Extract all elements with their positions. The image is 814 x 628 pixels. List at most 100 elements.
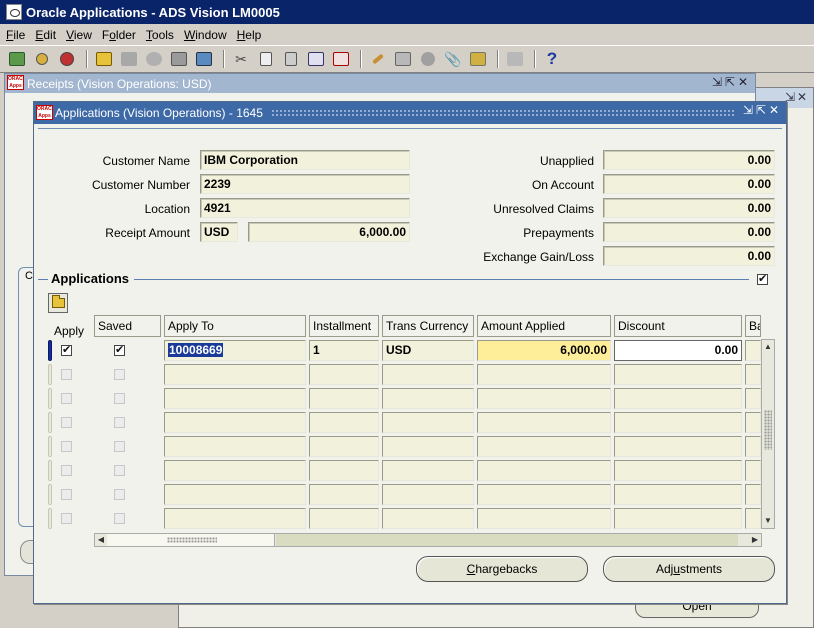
- discount-cell[interactable]: [614, 364, 742, 385]
- location-field[interactable]: 4921: [200, 198, 410, 218]
- paste-icon[interactable]: [280, 48, 302, 70]
- menu-window[interactable]: Window: [178, 28, 231, 42]
- menu-folder[interactable]: Folder: [96, 28, 140, 42]
- menu-view[interactable]: View: [60, 28, 96, 42]
- saved-checkbox[interactable]: [114, 393, 125, 404]
- trans-currency-cell[interactable]: [382, 388, 474, 409]
- on-account-field[interactable]: 0.00: [603, 174, 775, 194]
- installment-cell[interactable]: [309, 508, 379, 529]
- installment-cell[interactable]: [309, 412, 379, 433]
- discount-cell[interactable]: [614, 460, 742, 481]
- col-header-trans-currency[interactable]: Trans Currency: [382, 315, 474, 337]
- scroll-up-arrow-icon[interactable]: ▲: [762, 340, 774, 354]
- discount-cell[interactable]: [614, 508, 742, 529]
- cut-icon[interactable]: ✂: [230, 48, 252, 70]
- col-header-saved[interactable]: Saved: [94, 315, 161, 337]
- amount-applied-cell[interactable]: [477, 412, 611, 433]
- discount-cell[interactable]: [614, 388, 742, 409]
- saved-checkbox[interactable]: [114, 369, 125, 380]
- translations-icon[interactable]: [417, 48, 439, 70]
- discount-cell[interactable]: [614, 436, 742, 457]
- help-icon[interactable]: ?: [541, 48, 563, 70]
- apply-to-cell[interactable]: [164, 460, 306, 481]
- apply-to-cell[interactable]: [164, 436, 306, 457]
- horizontal-scrollbar[interactable]: ◀ ▶: [94, 533, 762, 547]
- balance-cell[interactable]: [745, 388, 761, 409]
- oracle-app-icon[interactable]: [6, 4, 22, 20]
- col-header-balance[interactable]: Ba: [745, 315, 761, 337]
- apply-checkbox[interactable]: [61, 393, 72, 404]
- customer-name-field[interactable]: IBM Corporation: [200, 150, 410, 170]
- unresolved-claims-field[interactable]: 0.00: [603, 198, 775, 218]
- copy-icon[interactable]: [255, 48, 277, 70]
- trans-currency-cell[interactable]: [382, 484, 474, 505]
- apply-checkbox[interactable]: [61, 417, 72, 428]
- menu-file[interactable]: File: [0, 28, 29, 42]
- installment-cell[interactable]: [309, 364, 379, 385]
- saved-checkbox[interactable]: [114, 441, 125, 452]
- trans-currency-cell[interactable]: [382, 412, 474, 433]
- apply-checkbox[interactable]: [61, 369, 72, 380]
- col-header-apply-to[interactable]: Apply To: [164, 315, 306, 337]
- menu-help[interactable]: Help: [231, 28, 266, 42]
- folder-tools-icon[interactable]: [467, 48, 489, 70]
- apply-checkbox[interactable]: [61, 465, 72, 476]
- balance-cell[interactable]: [745, 340, 761, 361]
- exchange-gain-loss-field[interactable]: 0.00: [603, 246, 775, 266]
- apply-checkbox[interactable]: [61, 441, 72, 452]
- scroll-right-arrow-icon[interactable]: ▶: [749, 534, 761, 546]
- apply-to-cell[interactable]: [164, 412, 306, 433]
- saved-checkbox[interactable]: [114, 465, 125, 476]
- discount-cell[interactable]: 0.00: [614, 340, 742, 361]
- amount-applied-cell[interactable]: [477, 364, 611, 385]
- trans-currency-cell[interactable]: [382, 364, 474, 385]
- installment-cell[interactable]: 1: [309, 340, 379, 361]
- clear-record-icon[interactable]: [305, 48, 327, 70]
- print-icon[interactable]: [168, 48, 190, 70]
- balance-cell[interactable]: [745, 412, 761, 433]
- receipts-window-controls[interactable]: ⇲⇱✕: [712, 75, 751, 89]
- apply-checkbox[interactable]: [61, 513, 72, 524]
- trans-currency-cell[interactable]: [382, 460, 474, 481]
- adjustments-button[interactable]: Adjustments: [603, 556, 775, 582]
- trans-currency-cell[interactable]: [382, 436, 474, 457]
- scroll-thumb[interactable]: [107, 534, 275, 546]
- installment-cell[interactable]: [309, 388, 379, 409]
- balance-cell[interactable]: [745, 436, 761, 457]
- attachments-icon[interactable]: 📎: [442, 48, 464, 70]
- amount-applied-cell[interactable]: [477, 436, 611, 457]
- unapplied-field[interactable]: 0.00: [603, 150, 775, 170]
- apply-to-cell[interactable]: 10008669: [164, 340, 306, 361]
- balance-cell[interactable]: [745, 484, 761, 505]
- customer-number-field[interactable]: 2239: [200, 174, 410, 194]
- installment-cell[interactable]: [309, 460, 379, 481]
- prepayments-field[interactable]: 0.00: [603, 222, 775, 242]
- scroll-down-arrow-icon[interactable]: ▼: [762, 514, 774, 528]
- window-controls[interactable]: ⇲✕: [785, 90, 809, 104]
- open-folder-button[interactable]: [48, 293, 68, 313]
- saved-checkbox[interactable]: [114, 343, 125, 356]
- col-header-installment[interactable]: Installment: [309, 315, 379, 337]
- discount-cell[interactable]: [614, 484, 742, 505]
- receipt-amount-field[interactable]: 6,000.00: [248, 222, 410, 242]
- section-toggle-checkbox[interactable]: [757, 272, 768, 285]
- balance-cell[interactable]: [745, 508, 761, 529]
- zoom-icon[interactable]: [392, 48, 414, 70]
- installment-cell[interactable]: [309, 484, 379, 505]
- delete-record-icon[interactable]: [330, 48, 352, 70]
- menu-tools[interactable]: Tools: [140, 28, 178, 42]
- saved-checkbox[interactable]: [114, 417, 125, 428]
- trans-currency-cell[interactable]: USD: [382, 340, 474, 361]
- chargebacks-button[interactable]: Chargebacks: [416, 556, 588, 582]
- switch-responsibility-icon[interactable]: [143, 48, 165, 70]
- apply-checkbox[interactable]: [61, 489, 72, 500]
- balance-cell[interactable]: [745, 460, 761, 481]
- next-step-icon[interactable]: [118, 48, 140, 70]
- apply-to-cell[interactable]: [164, 508, 306, 529]
- amount-applied-cell[interactable]: [477, 484, 611, 505]
- applications-window-controls[interactable]: ⇲⇱✕: [743, 103, 782, 117]
- scroll-left-arrow-icon[interactable]: ◀: [95, 534, 107, 546]
- saved-checkbox[interactable]: [114, 513, 125, 524]
- close-form-icon[interactable]: [193, 48, 215, 70]
- col-header-amount-applied[interactable]: Amount Applied: [477, 315, 611, 337]
